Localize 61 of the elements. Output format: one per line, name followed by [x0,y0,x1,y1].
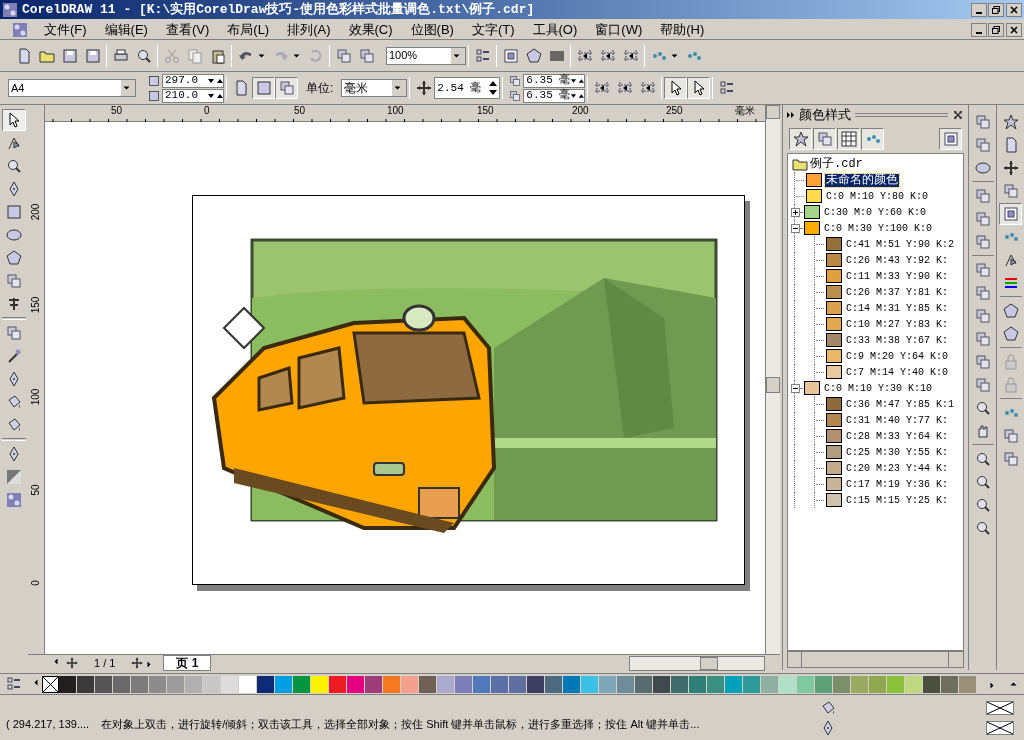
nudge-spinbox[interactable]: 2.54 毫 [434,77,501,99]
style-item[interactable]: C:31 M:40 Y:77 K: [845,413,950,427]
menu-item[interactable]: 效果(C) [348,19,393,40]
paper-size-combo[interactable]: A4 [8,79,136,97]
style-item[interactable]: C:25 M:30 Y:55 K: [845,445,950,459]
ruler-label: 150 [477,105,494,117]
style-item[interactable]: C:0 M:10 Y:80 K:0 [825,189,930,203]
style-item[interactable]: C:41 M:51 Y:90 K:2 [845,237,956,251]
page-counter: 1 / 1 [94,655,116,671]
page-tab[interactable]: 页 1 [163,655,212,671]
width-spinbox[interactable]: 297.0 [162,73,224,88]
ruler-label: 100 [387,105,404,117]
menu-item[interactable]: 布局(L) [227,19,270,40]
style-item[interactable]: C:7 M:14 Y:40 K:0 [845,365,950,379]
status-text: ( 294.217, 139.... [6,717,90,733]
style-item[interactable]: C:26 M:37 Y:81 K: [845,285,950,299]
menu-item[interactable]: 工具(O) [532,19,578,40]
height-spinbox[interactable]: 210.0 [162,88,224,103]
tree-root[interactable]: 例子.cdr [810,155,863,173]
ruler-unit: 毫米 [735,105,755,117]
ruler-label: 50 [30,483,42,498]
style-item[interactable]: C:36 M:47 Y:85 K:1 [845,397,956,411]
ruler-label: 200 [30,202,42,223]
menu-item[interactable]: 位图(B) [410,19,454,40]
style-item[interactable]: C:33 M:38 Y:67 K: [845,333,950,347]
menu-item[interactable]: 编辑(E) [104,19,148,40]
ruler-label: 50 [294,105,306,117]
menu-item[interactable]: 文件(F) [44,19,87,40]
style-item[interactable]: C:10 M:27 Y:83 K: [845,317,950,331]
ruler-label: 0 [204,105,210,117]
zoom-combo[interactable]: 100% [386,46,466,65]
docker-title: 颜色样式 [799,106,851,125]
ruler-label: 100 [30,387,42,408]
ruler-label: 50 [111,105,123,117]
style-item[interactable]: C:15 M:15 Y:25 K: [845,493,950,507]
duplicate-x-spinbox[interactable]: 6.35 毫 [523,73,586,88]
unit-label: 单位: [306,80,334,97]
style-item[interactable]: C:0 M:10 Y:30 K:10 [823,381,934,395]
style-item[interactable]: C:14 M:31 Y:85 K: [845,301,950,315]
style-item[interactable]: C:9 M:20 Y:64 K:0 [845,349,950,363]
style-item[interactable]: C:28 M:33 Y:64 K: [845,429,950,443]
ruler-label: 200 [572,105,589,117]
menu-item[interactable]: 帮助(H) [660,19,705,40]
style-item[interactable]: C:17 M:19 Y:36 K: [845,477,950,491]
menu-item[interactable]: 窗口(W) [595,19,643,40]
menu-item[interactable]: 查看(V) [165,19,210,40]
style-item[interactable]: C:26 M:43 Y:92 K: [845,253,950,267]
ruler-label: 250 [666,105,683,117]
menu-item[interactable]: 排列(A) [287,19,331,40]
style-item[interactable]: 未命名的颜色 [825,173,899,187]
unit-combo[interactable]: 毫米 [341,79,408,97]
style-item[interactable]: C:0 M:30 Y:100 K:0 [823,221,934,235]
style-item[interactable]: C:30 M:0 Y:60 K:0 [823,205,928,219]
status-text: 在对象上双击，进行旋转/倾斜；双击该工具，选择全部对象；按住 Shift 键并单击鼠标，进行多重选择；按住 Alt 键并单击... [101,717,700,733]
menu-item[interactable]: 文字(T) [471,19,515,40]
ruler-label: 150 [30,295,42,316]
window-title: CorelDRAW 11 - [K:\实用CorelDraw技巧-使用色彩样式批量调色.txt\例子.cdr] [22,0,535,19]
duplicate-y-spinbox[interactable]: 6.35 毫 [523,88,586,103]
ruler-label: 0 [30,579,42,588]
style-item[interactable]: C:20 M:23 Y:44 K: [845,461,950,475]
style-item[interactable]: C:11 M:33 Y:90 K: [845,269,950,283]
